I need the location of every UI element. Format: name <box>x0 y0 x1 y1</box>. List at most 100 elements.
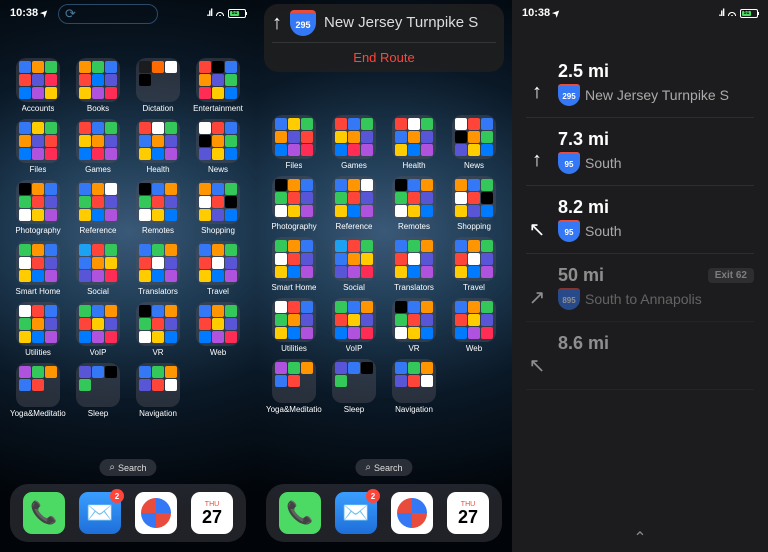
calendar-app[interactable]: THU27 <box>191 492 233 534</box>
banner-road: New Jersey Turnpike S <box>324 14 478 32</box>
safari-app[interactable] <box>135 492 177 534</box>
folder-label: Yoga&Meditation <box>10 409 66 418</box>
folder-label: Files <box>30 165 47 174</box>
search-pill[interactable]: Search <box>99 459 156 476</box>
maneuver-icon: ↖ <box>526 197 548 242</box>
folder-yogameditation[interactable]: Yoga&Meditation <box>10 363 66 418</box>
folder-translators[interactable]: Translators <box>386 237 442 292</box>
folder-games[interactable]: Games <box>70 119 126 174</box>
direction-step[interactable]: ↖ 8.6 mi <box>526 322 754 390</box>
end-route-button[interactable]: End Route <box>272 42 496 72</box>
direction-step[interactable]: ↑2.5 mi295New Jersey Turnpike S <box>526 50 754 118</box>
folder-label: Web <box>210 348 226 357</box>
phone-app[interactable]: 📞 <box>23 492 65 534</box>
folder-label: Smart Home <box>16 287 61 296</box>
folder-accounts[interactable]: Accounts <box>10 58 66 113</box>
maneuver-icon: ↑ <box>526 129 548 174</box>
route-shield-icon: 95 <box>558 220 580 242</box>
mail-app[interactable]: ✉️2 <box>335 492 377 534</box>
folder-smarthome[interactable]: Smart Home <box>10 241 66 296</box>
calendar-app[interactable]: THU27 <box>447 492 489 534</box>
folder-photography[interactable]: Photography <box>266 176 322 231</box>
wifi-icon <box>215 7 225 19</box>
folder-sleep[interactable]: Sleep <box>70 363 126 418</box>
folder-books[interactable]: Books <box>70 58 126 113</box>
folder-navigation[interactable]: Navigation <box>386 359 442 414</box>
folder-news[interactable]: News <box>446 115 502 170</box>
folder-reference[interactable]: Reference <box>70 180 126 235</box>
folder-label: Games <box>85 165 111 174</box>
dock: 📞 ✉️2 THU27 <box>266 484 502 542</box>
folder-health[interactable]: Health <box>130 119 186 174</box>
folder-label: VR <box>152 348 163 357</box>
search-pill[interactable]: Search <box>355 459 412 476</box>
folder-remotes[interactable]: Remotes <box>130 180 186 235</box>
step-label: 295New Jersey Turnpike S <box>558 84 754 106</box>
direction-step[interactable]: ↖8.2 mi95South <box>526 186 754 254</box>
folder-label: Entertainment <box>193 104 243 113</box>
folder-travel[interactable]: Travel <box>190 241 246 296</box>
exit-badge: Exit 62 <box>708 268 754 283</box>
folder-label: Shopping <box>201 226 235 235</box>
step-distance: 7.3 mi <box>558 129 754 150</box>
home-screen-1: 10:38 51 AccountsBooksDictationEntertain… <box>0 0 256 552</box>
directions-list[interactable]: ↑2.5 mi295New Jersey Turnpike S ↑ 7.3 mi 95… <box>512 38 768 552</box>
clock: 10:38 <box>522 7 550 19</box>
folder-shopping[interactable]: Shopping <box>446 176 502 231</box>
folder-shopping[interactable]: Shopping <box>190 180 246 235</box>
folder-label: Accounts <box>22 104 55 113</box>
phone-app[interactable]: 📞 <box>279 492 321 534</box>
folder-label: Health <box>146 165 169 174</box>
folder-vr[interactable]: VR <box>386 298 442 353</box>
drag-handle-icon[interactable]: ⌃ <box>633 528 646 548</box>
step-label: 895South to Annapolis <box>558 288 754 310</box>
folder-smarthome[interactable]: Smart Home <box>266 237 322 292</box>
folder-travel[interactable]: Travel <box>446 237 502 292</box>
folder-voip[interactable]: VoIP <box>326 298 382 353</box>
folder-news[interactable]: News <box>190 119 246 174</box>
folder-yogameditation[interactable]: Yoga&Meditation <box>266 359 322 414</box>
step-label: 95South <box>558 220 754 242</box>
folder-web[interactable]: Web <box>446 298 502 353</box>
maneuver-icon: ↖ <box>526 333 548 378</box>
clock: 10:38 <box>10 7 38 19</box>
folder-files[interactable]: Files <box>10 119 66 174</box>
battery-icon: 51 <box>740 9 758 18</box>
wifi-icon <box>727 7 737 19</box>
step-distance: 8.6 mi <box>558 333 754 354</box>
direction-step[interactable]: ↗50 miExit 62895South to Annapolis <box>526 254 754 322</box>
folder-entertainment[interactable]: Entertainment <box>190 58 246 113</box>
folder-games[interactable]: Games <box>326 115 382 170</box>
folder-dictation[interactable]: Dictation <box>130 58 186 113</box>
folder-social[interactable]: Social <box>326 237 382 292</box>
home-screen-2: ↑ 295 New Jersey Turnpike S End Route Fi… <box>256 0 512 552</box>
route-shield-icon: 895 <box>558 288 580 310</box>
folder-photography[interactable]: Photography <box>10 180 66 235</box>
folder-voip[interactable]: VoIP <box>70 302 126 357</box>
folder-sleep[interactable]: Sleep <box>326 359 382 414</box>
folder-social[interactable]: Social <box>70 241 126 296</box>
safari-app[interactable] <box>391 492 433 534</box>
folder-utilities[interactable]: Utilities <box>266 298 322 353</box>
folder-health[interactable]: Health <box>386 115 442 170</box>
folder-reference[interactable]: Reference <box>326 176 382 231</box>
folder-label: Books <box>87 104 109 113</box>
signal-icon <box>719 7 724 19</box>
folder-remotes[interactable]: Remotes <box>386 176 442 231</box>
app-grid-2: FilesGamesHealthNews PhotographyReference… <box>266 115 502 414</box>
directions-panel: 10:38 51 ↑2.5 mi295New Jersey Turnpike S… <box>512 0 768 552</box>
folder-vr[interactable]: VR <box>130 302 186 357</box>
direction-step[interactable]: ↑7.3 mi95South <box>526 118 754 186</box>
folder-web[interactable]: Web <box>190 302 246 357</box>
folder-label: Navigation <box>139 409 177 418</box>
nav-banner[interactable]: ↑ 295 New Jersey Turnpike S End Route <box>264 4 504 72</box>
folder-translators[interactable]: Translators <box>130 241 186 296</box>
folder-label: Dictation <box>142 104 173 113</box>
folder-files[interactable]: Files <box>266 115 322 170</box>
mail-app[interactable]: ✉️2 <box>79 492 121 534</box>
folder-navigation[interactable]: Navigation <box>130 363 186 418</box>
folder-utilities[interactable]: Utilities <box>10 302 66 357</box>
folder-label: Photography <box>15 226 60 235</box>
status-bar: 10:38 51 <box>512 0 768 26</box>
app-grid-1: Accounts Books Dictation Entertainment Files… <box>10 58 246 418</box>
